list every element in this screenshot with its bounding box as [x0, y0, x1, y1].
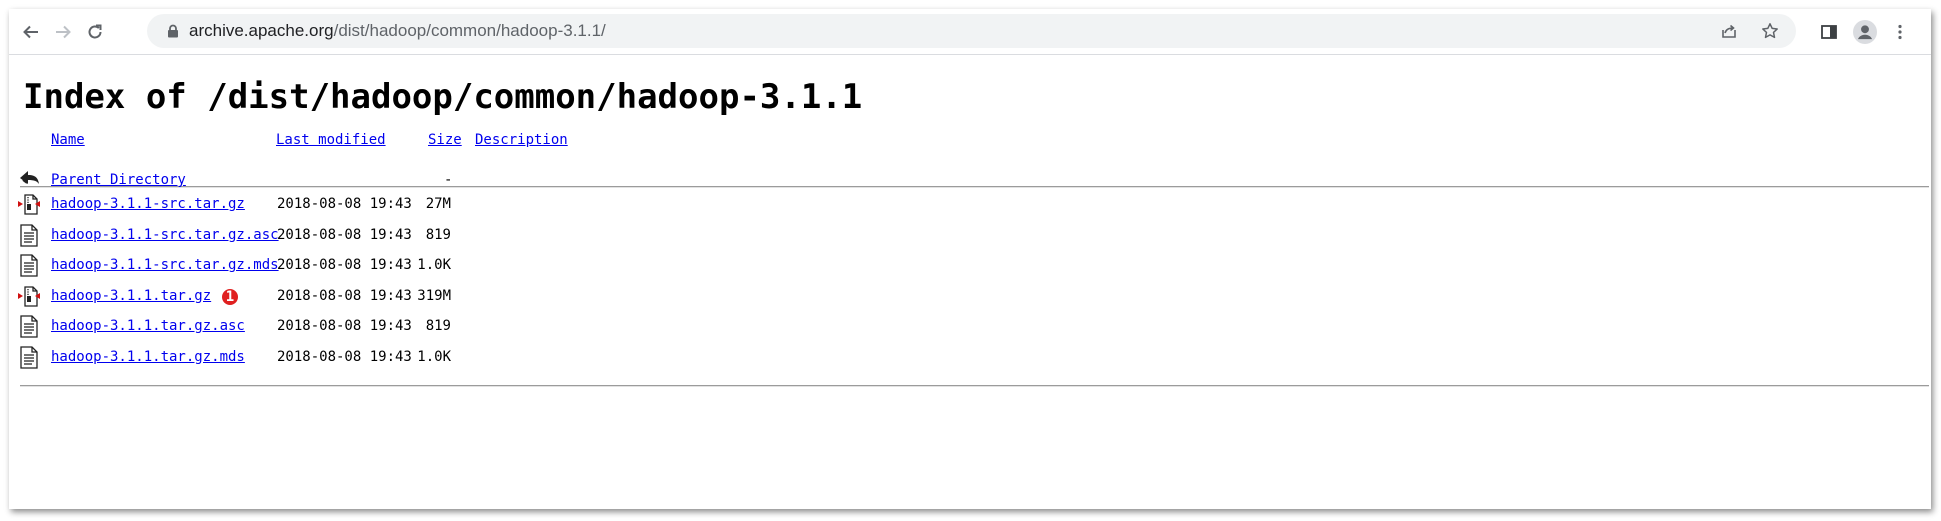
file-link[interactable]: hadoop-3.1.1-src.tar.gz [51, 196, 245, 212]
page-content: Index of /dist/hadoop/common/hadoop-3.1.… [9, 55, 1931, 509]
file-row: hadoop-3.1.1-src.tar.gz.asc 2018-08-08 19… [9, 223, 1009, 251]
reload-icon [88, 24, 102, 39]
forward-button[interactable] [48, 17, 78, 47]
file-link[interactable]: hadoop-3.1.1.tar.gz.asc [51, 318, 245, 334]
parent-directory-row: Parent Directory - [9, 171, 1009, 196]
browser-window: archive.apache.org/dist/hadoop/common/ha… [9, 9, 1931, 509]
profile-button[interactable] [1850, 17, 1880, 47]
annotation-badge: 1 [222, 288, 238, 305]
lock-icon [168, 24, 178, 38]
file-size: 27M [425, 196, 451, 212]
file-link[interactable]: hadoop-3.1.1.tar.gz [51, 288, 211, 304]
text-file-icon [20, 345, 38, 369]
file-last-modified: 2018-08-08 19:43 [277, 318, 412, 334]
back-button[interactable] [16, 17, 46, 47]
file-row: hadoop-3.1.1.tar.gz.mds 2018-08-08 19:43 1… [9, 345, 1009, 373]
text-file-icon [20, 223, 38, 247]
file-last-modified: 2018-08-08 19:43 [277, 348, 412, 365]
file-size: 819 [425, 318, 451, 334]
page-title: Index of /dist/hadoop/common/hadoop-3.1.… [23, 77, 863, 117]
divider-bottom [20, 385, 1929, 387]
parent-directory-size: - [444, 172, 453, 188]
browser-toolbar: archive.apache.org/dist/hadoop/common/ha… [9, 9, 1931, 55]
column-header-description[interactable]: Description [475, 132, 568, 148]
file-size: 819 [425, 226, 451, 243]
file-row: hadoop-3.1.1-src.tar.gz.mds 2018-08-08 19… [9, 254, 1009, 281]
file-size: 1.0K [417, 348, 451, 365]
file-size: 1.0K [417, 257, 451, 273]
column-header-last-modified[interactable]: Last modified [276, 132, 386, 148]
file-last-modified: 2018-08-08 19:43 [277, 287, 412, 304]
side-panel-button[interactable] [1814, 17, 1844, 47]
share-icon[interactable] [1720, 22, 1738, 40]
file-link[interactable]: hadoop-3.1.1.tar.gz.mds [51, 349, 245, 365]
bookmark-star-icon[interactable] [1761, 22, 1779, 40]
url-host: archive.apache.org [189, 21, 334, 40]
file-link[interactable]: hadoop-3.1.1-src.tar.gz.mds [51, 257, 279, 273]
parent-directory-link[interactable]: Parent Directory [51, 172, 186, 188]
text-file-icon [20, 315, 38, 338]
url-text: archive.apache.org/dist/hadoop/common/ha… [189, 14, 606, 48]
file-size: 319M [417, 287, 451, 304]
menu-button[interactable] [1885, 17, 1915, 47]
text-file-icon [20, 254, 38, 277]
file-last-modified: 2018-08-08 19:43 [277, 196, 412, 212]
file-row: hadoop-3.1.1.tar.gz 2018-08-08 19:43 319M 1 [9, 285, 1009, 312]
arrow-left-icon [23, 25, 38, 39]
file-last-modified: 2018-08-08 19:43 [277, 226, 412, 243]
file-row: hadoop-3.1.1.tar.gz.asc 2018-08-08 19:43 8… [9, 315, 1009, 342]
column-header-name[interactable]: Name [51, 132, 85, 148]
reload-button[interactable] [80, 17, 110, 47]
arrow-right-icon [56, 25, 71, 39]
file-row: hadoop-3.1.1-src.tar.gz 2018-08-08 19:43 2… [9, 194, 1009, 220]
compressed-file-icon [18, 194, 40, 215]
column-header-size[interactable]: Size [428, 132, 462, 148]
file-last-modified: 2018-08-08 19:43 [277, 257, 412, 273]
file-link[interactable]: hadoop-3.1.1-src.tar.gz.asc [51, 227, 279, 243]
avatar-icon [1853, 20, 1877, 44]
back-arrow-icon [20, 171, 39, 184]
url-path: /dist/hadoop/common/hadoop-3.1.1/ [333, 21, 606, 40]
more-vert-icon [1898, 24, 1902, 40]
compressed-file-icon [18, 285, 40, 307]
address-bar[interactable]: archive.apache.org/dist/hadoop/common/ha… [147, 14, 1796, 48]
side-panel-icon [1821, 25, 1837, 39]
